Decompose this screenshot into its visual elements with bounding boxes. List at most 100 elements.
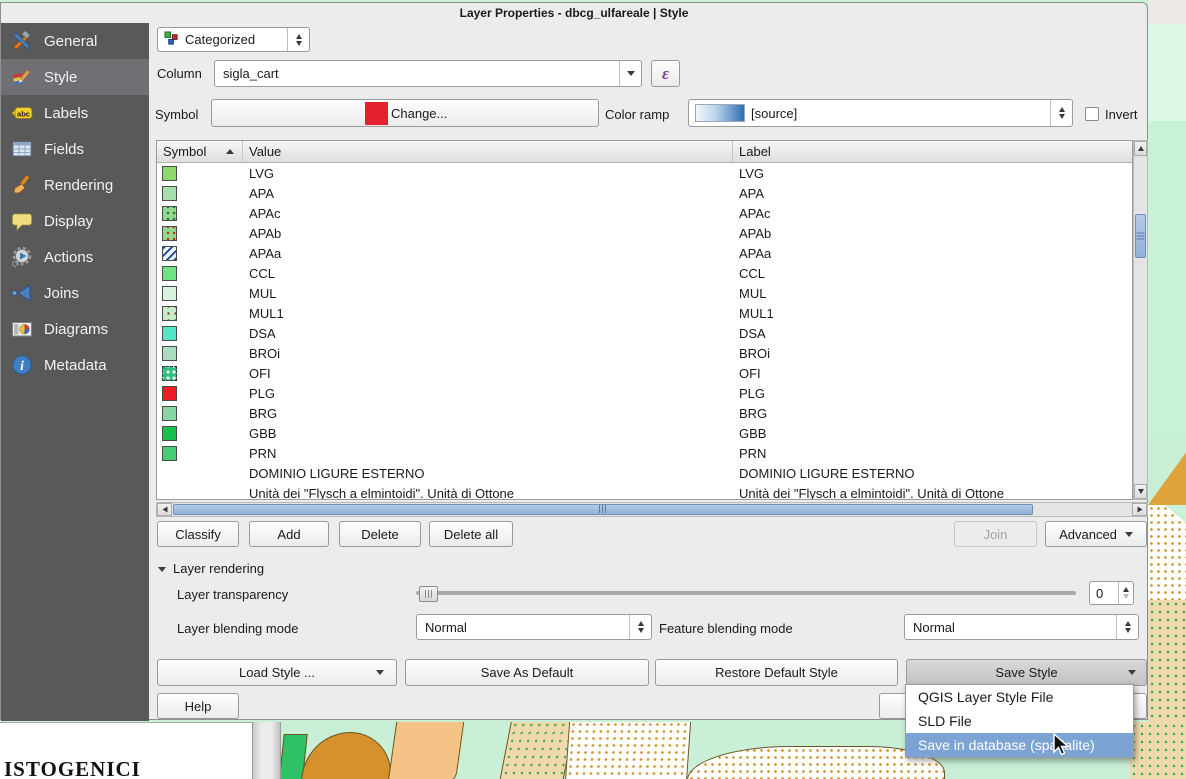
help-button[interactable]: Help [157, 693, 239, 719]
vertical-scroll-thumb[interactable] [1135, 214, 1146, 258]
scroll-up-button[interactable] [1134, 141, 1147, 156]
label-cell[interactable]: APAc [733, 206, 1132, 221]
label-cell[interactable]: LVG [733, 166, 1132, 181]
label-cell[interactable]: CCL [733, 266, 1132, 281]
table-row[interactable]: CCLCCL [157, 263, 1132, 283]
layer-blending-spin[interactable] [629, 615, 651, 639]
sidebar-item-labels[interactable]: abcLabels [1, 95, 149, 131]
slider-groove[interactable] [416, 591, 1076, 595]
table-row[interactable]: LVGLVG [157, 163, 1132, 183]
column-header-value[interactable]: Value [243, 141, 733, 162]
label-cell[interactable]: PLG [733, 386, 1132, 401]
feature-blending-select[interactable]: Normal [904, 614, 1139, 640]
value-cell[interactable]: LVG [243, 166, 733, 181]
label-cell[interactable]: APAb [733, 226, 1132, 241]
category-symbol-swatch[interactable] [162, 186, 177, 201]
value-cell[interactable]: CCL [243, 266, 733, 281]
advanced-button[interactable]: Advanced [1045, 521, 1147, 547]
table-row[interactable]: BROiBROi [157, 343, 1132, 363]
value-cell[interactable]: BRG [243, 406, 733, 421]
value-cell[interactable]: OFI [243, 366, 733, 381]
symbol-change-button[interactable]: Change... [211, 99, 599, 127]
label-cell[interactable]: Unità dei "Flysch a elmintoidi". Unità d… [733, 486, 1132, 501]
classify-button[interactable]: Classify [157, 521, 239, 547]
category-symbol-swatch[interactable] [162, 286, 177, 301]
category-symbol-swatch[interactable] [162, 326, 177, 341]
table-row[interactable]: MUL1MUL1 [157, 303, 1132, 323]
value-cell[interactable]: APA [243, 186, 733, 201]
table-row[interactable]: GBBGBB [157, 423, 1132, 443]
load-style-button[interactable]: Load Style ... [157, 659, 397, 686]
sidebar-item-rendering[interactable]: Rendering [1, 167, 149, 203]
sidebar-item-style[interactable]: Style [1, 59, 149, 95]
category-symbol-swatch[interactable] [162, 426, 177, 441]
delete-button[interactable]: Delete [339, 521, 421, 547]
table-row[interactable]: BRGBRG [157, 403, 1132, 423]
sidebar-item-fields[interactable]: Fields [1, 131, 149, 167]
table-row[interactable]: APAaAPAa [157, 243, 1132, 263]
category-symbol-swatch[interactable] [162, 166, 177, 181]
label-cell[interactable]: APA [733, 186, 1132, 201]
value-cell[interactable]: DOMINIO LIGURE ESTERNO [243, 466, 733, 481]
scroll-down-button[interactable] [1134, 484, 1147, 499]
sidebar-item-metadata[interactable]: iMetadata [1, 347, 149, 383]
sidebar-item-diagrams[interactable]: Diagrams [1, 311, 149, 347]
column-combo[interactable]: sigla_cart [214, 60, 642, 87]
dialog-titlebar[interactable]: Layer Properties - dbcg_ulfareale | Styl… [1, 3, 1147, 23]
category-symbol-swatch[interactable] [162, 306, 177, 321]
value-cell[interactable]: APAa [243, 246, 733, 261]
category-symbol-swatch[interactable] [162, 366, 177, 381]
menu-item-save-in-database[interactable]: Save in database (spatialite) [906, 733, 1133, 757]
spinbox-arrows[interactable] [1118, 582, 1133, 604]
sidebar-item-display[interactable]: Display [1, 203, 149, 239]
category-symbol-swatch[interactable] [162, 386, 177, 401]
category-symbol-swatch[interactable] [162, 206, 177, 221]
category-symbol-swatch[interactable] [162, 446, 177, 461]
category-symbol-swatch[interactable] [162, 346, 177, 361]
invert-checkbox[interactable] [1085, 107, 1099, 121]
category-symbol-swatch[interactable] [162, 246, 177, 261]
transparency-spinbox[interactable]: 0 [1089, 581, 1134, 605]
scroll-right-button[interactable] [1132, 503, 1147, 516]
label-cell[interactable]: OFI [733, 366, 1132, 381]
restore-default-style-button[interactable]: Restore Default Style [655, 659, 898, 686]
category-symbol-swatch[interactable] [162, 266, 177, 281]
save-as-default-button[interactable]: Save As Default [405, 659, 649, 686]
table-row[interactable]: DSADSA [157, 323, 1132, 343]
sidebar-item-actions[interactable]: Actions [1, 239, 149, 275]
menu-item-qgis-layer-style-file[interactable]: QGIS Layer Style File [906, 685, 1133, 709]
value-cell[interactable]: MUL1 [243, 306, 733, 321]
expression-button[interactable]: ε [651, 60, 680, 87]
panel-splitter[interactable] [252, 722, 281, 779]
renderer-spin[interactable] [287, 28, 309, 51]
slider-handle[interactable] [419, 586, 438, 602]
table-row[interactable]: OFIOFI [157, 363, 1132, 383]
value-cell[interactable]: APAc [243, 206, 733, 221]
table-row[interactable]: DOMINIO LIGURE ESTERNODOMINIO LIGURE EST… [157, 463, 1132, 483]
value-cell[interactable]: PRN [243, 446, 733, 461]
table-horizontal-scrollbar[interactable] [156, 502, 1148, 517]
color-ramp-spin[interactable] [1050, 100, 1072, 126]
table-row[interactable]: APAAPA [157, 183, 1132, 203]
table-row[interactable]: MULMUL [157, 283, 1132, 303]
label-cell[interactable]: BROi [733, 346, 1132, 361]
sidebar-item-general[interactable]: General [1, 23, 149, 59]
value-cell[interactable]: MUL [243, 286, 733, 301]
value-cell[interactable]: DSA [243, 326, 733, 341]
label-cell[interactable]: BRG [733, 406, 1132, 421]
column-dropdown-arrow-icon[interactable] [619, 61, 641, 86]
transparency-slider[interactable] [416, 585, 1076, 601]
table-row[interactable]: APAbAPAb [157, 223, 1132, 243]
label-cell[interactable]: PRN [733, 446, 1132, 461]
renderer-select[interactable]: Categorized [157, 27, 310, 52]
category-symbol-swatch[interactable] [162, 406, 177, 421]
label-cell[interactable]: MUL [733, 286, 1132, 301]
sidebar-item-joins[interactable]: Joins [1, 275, 149, 311]
table-row[interactable]: PLGPLG [157, 383, 1132, 403]
value-cell[interactable]: GBB [243, 426, 733, 441]
table-row[interactable]: PRNPRN [157, 443, 1132, 463]
delete-all-button[interactable]: Delete all [429, 521, 513, 547]
value-cell[interactable]: APAb [243, 226, 733, 241]
feature-blending-spin[interactable] [1116, 615, 1138, 639]
value-cell[interactable]: Unità dei "Flysch a elmintoidi". Unità d… [243, 486, 733, 501]
